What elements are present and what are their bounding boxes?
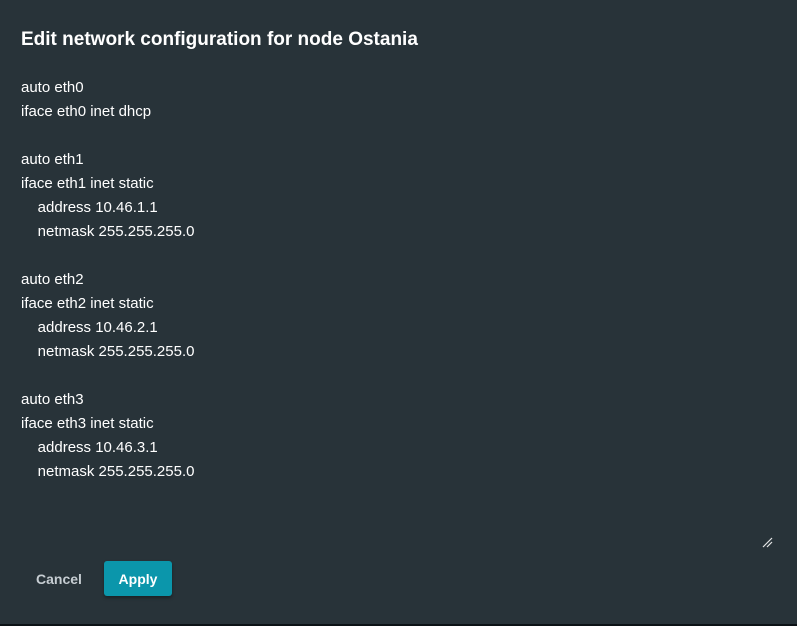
network-config-textarea[interactable]: auto eth0 iface eth0 inet dhcp auto eth1… xyxy=(21,76,774,549)
cancel-button[interactable]: Cancel xyxy=(26,562,92,596)
apply-button[interactable]: Apply xyxy=(104,561,172,596)
dialog-title: Edit network configuration for node Osta… xyxy=(21,29,418,50)
resize-grip-icon[interactable] xyxy=(761,535,773,548)
network-config-dialog: Edit network configuration for node Osta… xyxy=(0,0,797,624)
